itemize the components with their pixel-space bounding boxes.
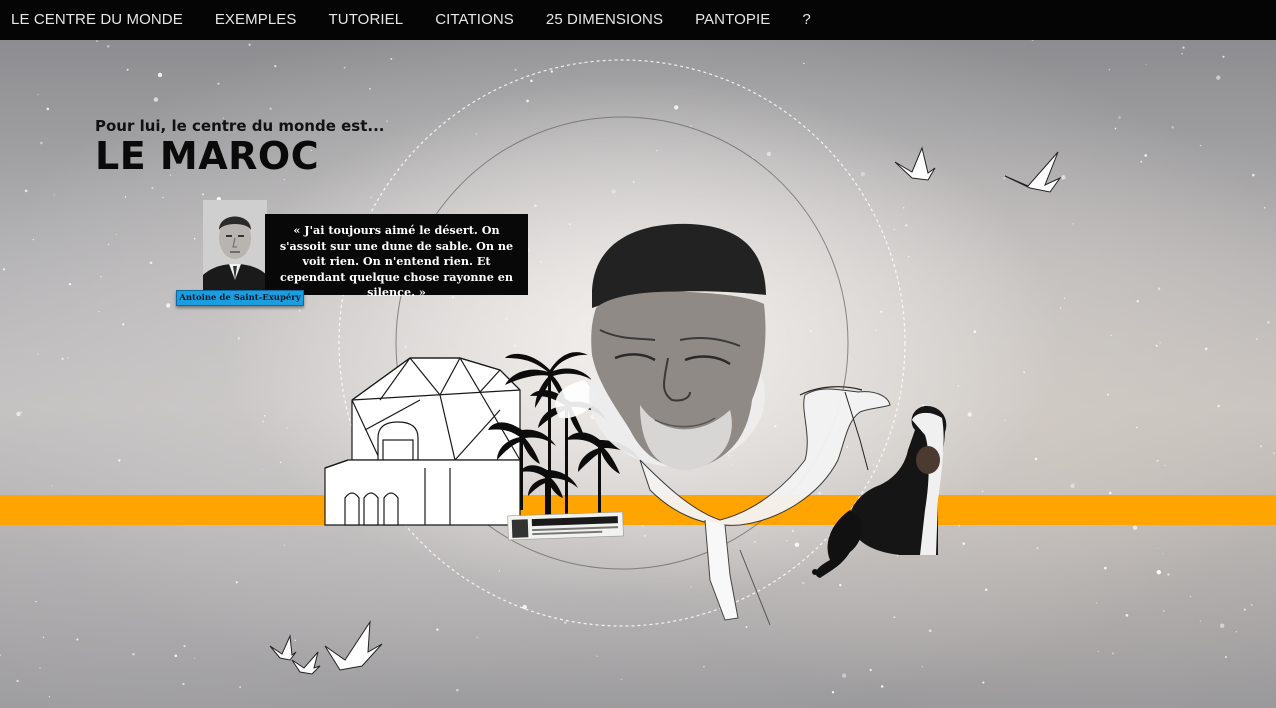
- hero-subtitle: Pour lui, le centre du monde est...: [95, 117, 385, 135]
- hero-title: LE MAROC: [95, 134, 320, 178]
- hero-scene: Pour lui, le centre du monde est... LE M…: [0, 40, 1276, 708]
- quote-author-badge[interactable]: Antoine de Saint-Exupéry: [176, 290, 304, 306]
- author-portrait: [203, 200, 267, 292]
- nav-item-le-centre-du-monde[interactable]: LE CENTRE DU MONDE: [0, 0, 199, 40]
- newspaper-clipping: [507, 511, 624, 541]
- nav-item-tutoriel[interactable]: TUTORIEL: [313, 0, 420, 40]
- nav-item-pantopie[interactable]: PANTOPIE: [679, 0, 786, 40]
- nav-item-25-dimensions[interactable]: 25 DIMENSIONS: [530, 0, 679, 40]
- nav-item-help[interactable]: ?: [786, 0, 826, 40]
- nav-item-exemples[interactable]: EXEMPLES: [199, 0, 313, 40]
- top-navigation: LE CENTRE DU MONDE EXEMPLES TUTORIEL CIT…: [0, 0, 1276, 40]
- mosque-arch-icon: [324, 357, 521, 526]
- nav-item-citations[interactable]: CITATIONS: [419, 0, 530, 40]
- quote-box: « J'ai toujours aimé le désert. On s'ass…: [265, 214, 528, 299]
